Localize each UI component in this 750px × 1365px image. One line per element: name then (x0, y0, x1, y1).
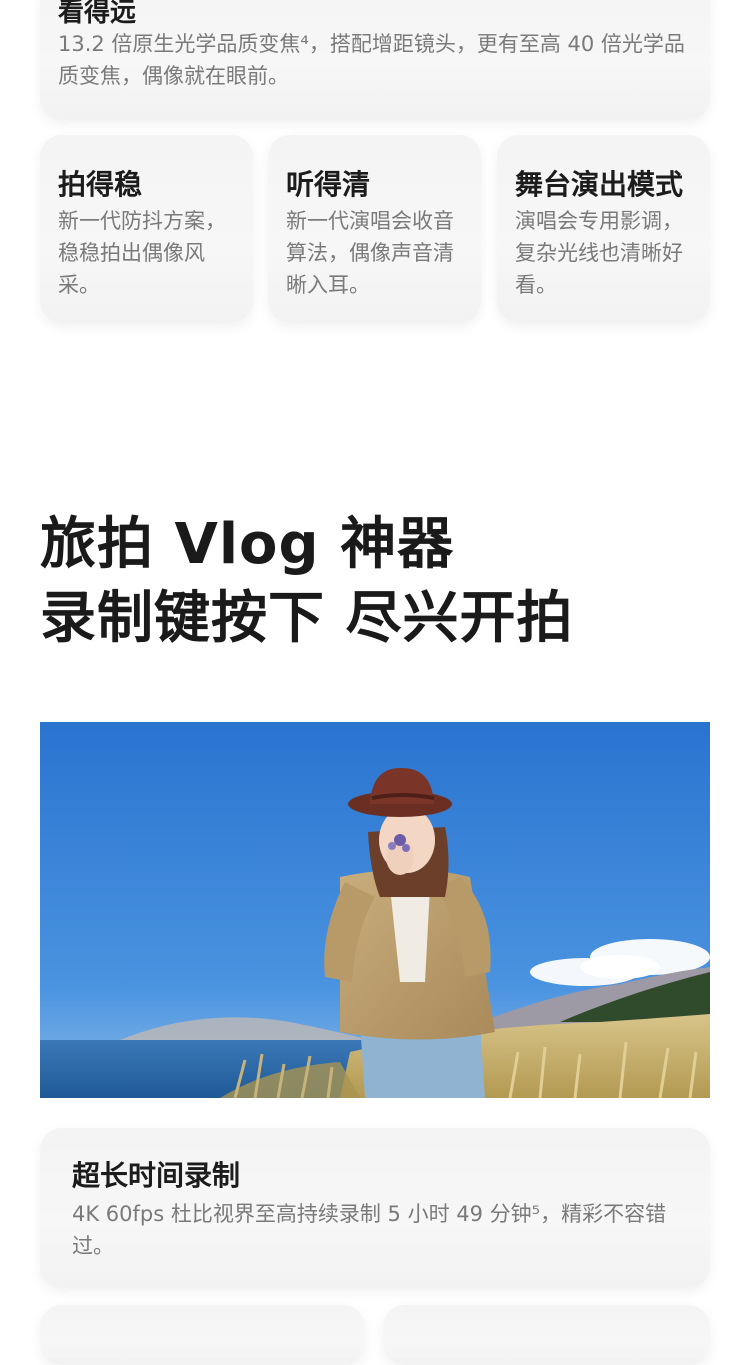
feature-card-long-recording: 超长时间录制 4K 60fps 杜比视界至高持续录制 5 小时 49 分钟⁵，精… (40, 1128, 710, 1288)
feature-title: 看得远 (58, 0, 137, 28)
feature-description: 新一代演唱会收音算法，偶像声音清晰入耳。 (286, 209, 454, 297)
feature-title: 拍得稳 (58, 168, 143, 201)
section-title: 旅拍 Vlog 神器 录制键按下 尽兴开拍 (40, 508, 574, 656)
feature-card-audio: 听得清 新一代演唱会收音算法，偶像声音清晰入耳。 (268, 135, 481, 323)
feature-card-stabilization: 拍得稳 新一代防抖方案，稳稳拍出偶像风采。 (40, 135, 253, 323)
feature-description: 13.2 倍原生光学品质变焦⁴，搭配增距镜头，更有至高 40 倍光学品质变焦，偶… (58, 32, 685, 88)
section-title-line1: 旅拍 Vlog 神器 (40, 512, 455, 577)
feature-title: 听得清 (286, 168, 371, 201)
section-title-line2: 录制键按下 尽兴开拍 (40, 586, 574, 651)
feature-card-next-left (40, 1305, 365, 1365)
feature-description: 演唱会专用影调，复杂光线也清晰好看。 (515, 209, 683, 297)
feature-card-zoom: 看得远 13.2 倍原生光学品质变焦⁴，搭配增距镜头，更有至高 40 倍光学品质… (40, 0, 710, 120)
feature-description: 4K 60fps 杜比视界至高持续录制 5 小时 49 分钟⁵，精彩不容错过。 (72, 1202, 667, 1258)
feature-description: 新一代防抖方案，稳稳拍出偶像风采。 (58, 209, 226, 297)
feature-card-next-right (383, 1305, 710, 1365)
feature-title: 超长时间录制 (72, 1159, 241, 1192)
feature-card-stage-mode: 舞台演出模式 演唱会专用影调，复杂光线也清晰好看。 (497, 135, 710, 323)
feature-title: 舞台演出模式 (515, 168, 684, 201)
vlog-photo (40, 722, 710, 1098)
vlog-photo-illustration (40, 722, 710, 1098)
